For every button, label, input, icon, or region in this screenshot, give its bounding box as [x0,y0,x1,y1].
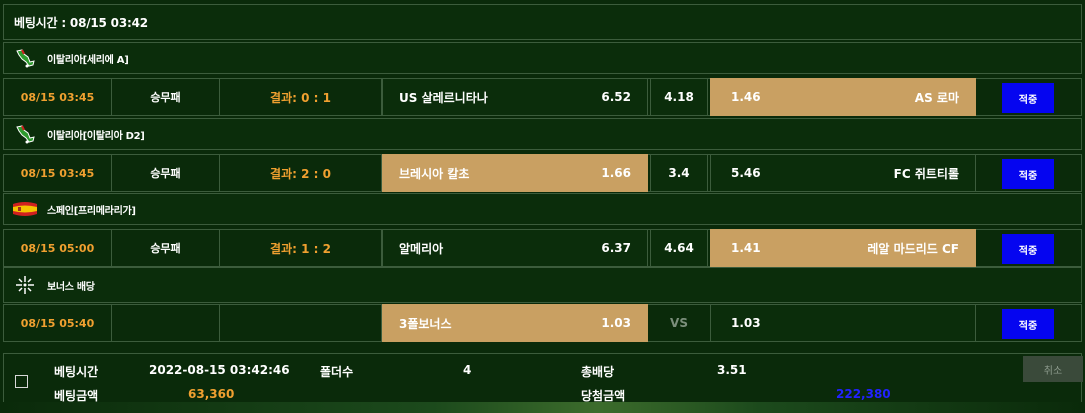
draw-odd: 3.4 [668,166,690,180]
match-row: 08/15 05:40 3폴보너스 1.03 VS 1.03 적중 [3,304,1082,342]
bet-type: 승무패 [112,79,220,115]
italy-flag-icon [12,124,38,144]
away-odd: 1.41 [731,241,761,255]
home-team: 3폴보너스 [399,316,452,331]
home-team: 브레시아 칼초 [399,166,470,181]
away-odd-cell[interactable]: 1.03 [710,304,976,342]
vs-label: VS [650,304,708,342]
spain-flag-icon [12,199,38,219]
match-row: 08/15 05:00 승무패 결과: 1 : 2 알메리아 6.37 4.64… [3,229,1082,267]
away-odd-cell[interactable]: 5.46 FC 쥐트티롤 [710,154,976,192]
home-odd-cell[interactable]: US 살레르니타나 6.52 [382,78,648,116]
home-odd: 6.37 [601,241,631,255]
draw-odd: 4.64 [664,241,694,255]
home-odd: 6.52 [601,90,631,104]
match-time: 08/15 05:40 [4,305,112,341]
match-row: 08/15 03:45 승무패 결과: 0 : 1 US 살레르니타나 6.52… [3,78,1082,116]
draw-odd-cell[interactable]: 4.18 [650,78,708,116]
hit-button[interactable]: 적중 [1002,83,1054,113]
away-team: 레알 마드리드 CF [867,241,959,256]
draw-odd-cell[interactable]: 4.64 [650,229,708,267]
home-team: US 살레르니타나 [399,90,488,105]
folders-value: 4 [463,363,472,377]
bet-time-header: 베팅시간 : 08/15 03:42 [3,4,1082,40]
bet-type: 승무패 [112,230,220,266]
away-odd-cell-selected[interactable]: 1.41 레알 마드리드 CF [710,229,976,267]
hit-button[interactable]: 적중 [1002,309,1054,339]
home-odd-cell-selected[interactable]: 브레시아 칼초 1.66 [382,154,648,192]
hit-button[interactable]: 적중 [1002,159,1054,189]
away-odd: 1.03 [731,316,761,330]
home-odd: 1.03 [601,316,631,330]
folders-label: 폴더수 [320,365,354,379]
total-odds-value: 3.51 [717,363,747,377]
match-time: 08/15 03:45 [4,79,112,115]
league-header: 이탈리아[이탈리아 D2] [3,118,1082,150]
league-header: 이탈리아[세리에 A] [3,42,1082,74]
home-odd: 1.66 [601,166,631,180]
bet-summary: 베팅시간 2022-08-15 03:42:46 폴더수 4 총배당 3.51 … [3,353,1083,409]
league-name: 스페인[프리메라리가] [47,205,136,217]
win-amount-value: 222,380 [836,387,891,401]
home-odd-cell[interactable]: 알메리아 6.37 [382,229,648,267]
match-time: 08/15 03:45 [4,155,112,191]
cancel-button[interactable]: 취소 [1023,356,1083,382]
vs-text: VS [670,316,688,330]
bet-time-label: 베팅시간 [54,365,99,379]
italy-flag-icon [12,48,38,68]
home-odd-cell-selected[interactable]: 3폴보너스 1.03 [382,304,648,342]
league-header: 스페인[프리메라리가] [3,193,1082,225]
draw-odd-cell[interactable]: 3.4 [650,154,708,192]
away-odd: 1.46 [731,90,761,104]
match-result [220,305,382,341]
bet-type [112,305,220,341]
select-checkbox[interactable] [15,375,28,388]
total-odds-label: 총배당 [581,365,615,379]
bonus-sparkle-icon [12,275,38,295]
match-result: 결과: 2 : 0 [220,155,382,191]
league-header: 보너스 배당 [3,267,1082,303]
match-result: 결과: 1 : 2 [220,230,382,266]
away-odd: 5.46 [731,166,761,180]
bet-type: 승무패 [112,155,220,191]
match-row: 08/15 03:45 승무패 결과: 2 : 0 브레시아 칼초 1.66 3… [3,154,1082,192]
league-name: 보너스 배당 [47,281,95,293]
league-name: 이탈리아[이탈리아 D2] [47,130,145,142]
bet-time-value: 2022-08-15 03:42:46 [149,363,290,377]
footer-glow [0,402,1085,413]
league-name: 이탈리아[세리에 A] [47,54,129,66]
bet-amount-value: 63,360 [188,387,235,401]
away-team: AS 로마 [914,90,959,105]
match-time: 08/15 05:00 [4,230,112,266]
hit-button[interactable]: 적중 [1002,234,1054,264]
home-team: 알메리아 [399,241,444,256]
draw-odd: 4.18 [664,90,694,104]
away-odd-cell-selected[interactable]: 1.46 AS 로마 [710,78,976,116]
bet-time-title: 베팅시간 : 08/15 03:42 [14,15,148,30]
match-result: 결과: 0 : 1 [220,79,382,115]
away-team: FC 쥐트티롤 [893,166,959,181]
